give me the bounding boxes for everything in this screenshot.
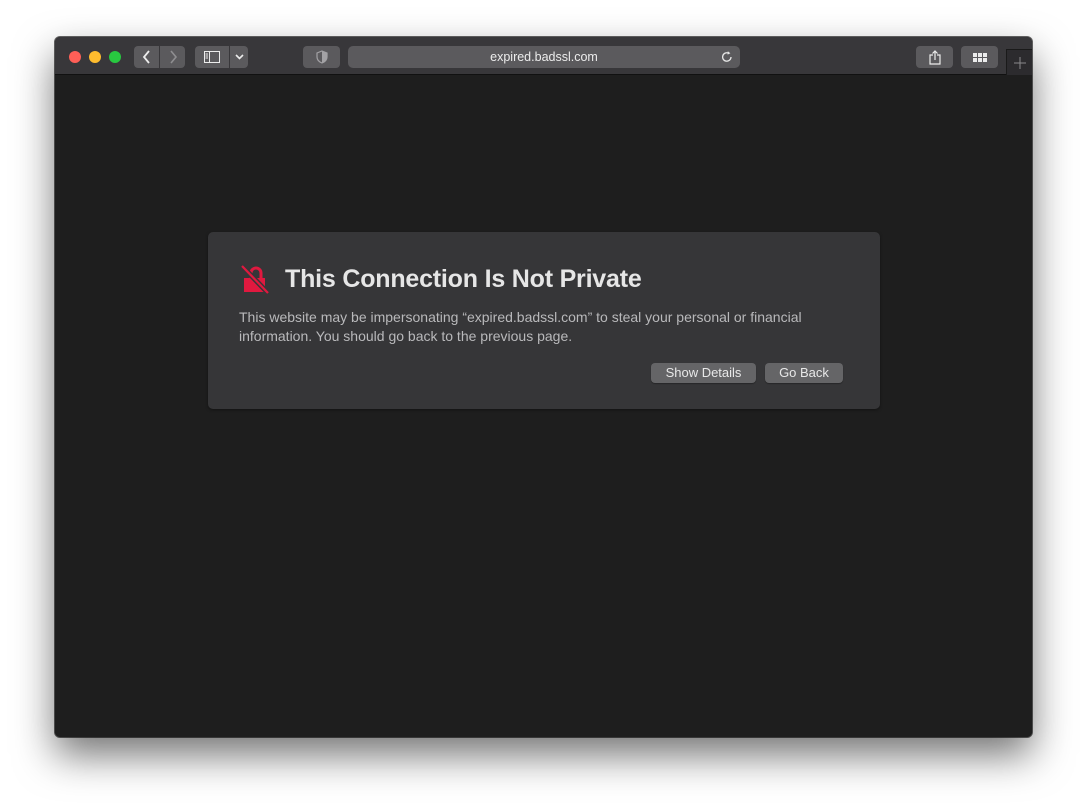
minimize-window-button[interactable] [89, 51, 101, 63]
grid-icon [972, 52, 987, 62]
share-icon [928, 49, 941, 65]
sidebar-icon [204, 51, 220, 63]
sidebar-toggle-button[interactable] [195, 46, 229, 68]
go-back-button[interactable]: Go Back [765, 363, 843, 383]
tab-overview-button[interactable] [961, 46, 998, 68]
close-window-button[interactable] [69, 51, 81, 63]
sidebar-dropdown-button[interactable] [230, 46, 248, 68]
reload-icon[interactable] [720, 50, 734, 64]
maximize-window-button[interactable] [109, 51, 121, 63]
shield-icon [315, 50, 328, 64]
show-details-button[interactable]: Show Details [651, 363, 756, 383]
warning-title: This Connection Is Not Private [285, 265, 642, 293]
back-button[interactable] [134, 46, 159, 68]
chevron-right-icon [169, 50, 177, 64]
privacy-warning-panel: This Connection Is Not Private This webs… [208, 232, 880, 409]
plus-icon [1013, 56, 1026, 69]
navigation-buttons [134, 46, 185, 68]
page-content: This Connection Is Not Private This webs… [55, 75, 1032, 737]
chevron-left-icon [142, 50, 150, 64]
warning-message: This website may be impersonating “expir… [239, 309, 802, 344]
new-tab-button[interactable] [1006, 49, 1032, 75]
url-text[interactable]: expired.badssl.com [348, 46, 740, 68]
privacy-report-button[interactable] [303, 46, 340, 68]
share-button[interactable] [916, 46, 953, 68]
address-bar[interactable]: expired.badssl.com [348, 46, 740, 68]
broken-lock-icon [240, 264, 270, 295]
browser-window: expired.badssl.com This Connection Is No… [55, 37, 1032, 737]
forward-button[interactable] [160, 46, 185, 68]
toolbar: expired.badssl.com [55, 37, 1032, 75]
sidebar-controls [195, 46, 248, 68]
chevron-down-icon [234, 54, 244, 60]
